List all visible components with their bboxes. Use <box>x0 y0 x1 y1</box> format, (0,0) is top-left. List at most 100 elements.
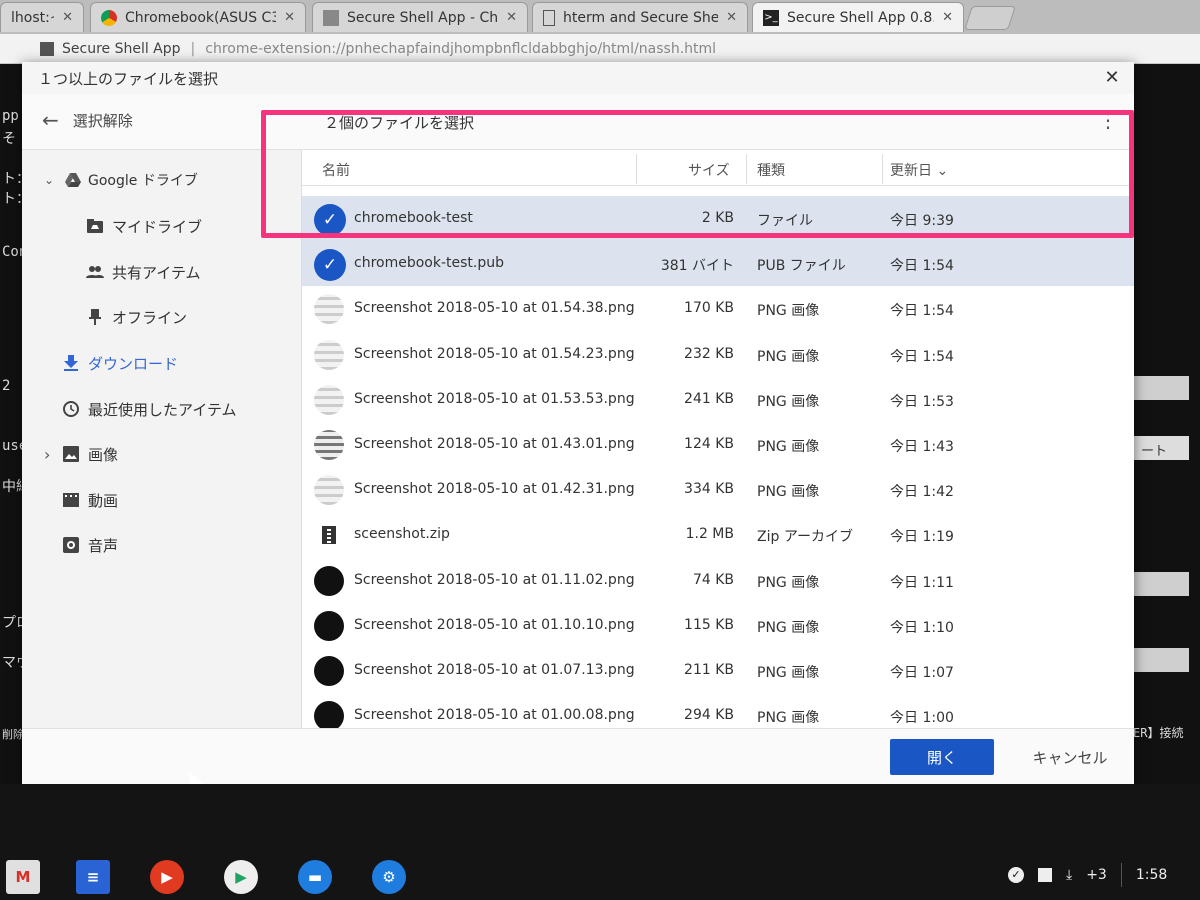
file-row[interactable]: Screenshot 2018-05-10 at 01.54.23.png 232… <box>302 332 1134 377</box>
close-icon[interactable]: ✕ <box>726 10 737 25</box>
clock-icon <box>62 400 80 418</box>
my-drive-icon <box>86 217 104 235</box>
file-modified: 今日 1:54 <box>890 348 954 365</box>
file-type: PNG 画像 <box>757 393 820 410</box>
cancel-button[interactable]: キャンセル <box>1018 739 1122 775</box>
new-tab-button[interactable] <box>964 6 1016 30</box>
file-row[interactable]: Screenshot 2018-05-10 at 01.10.10.png 115… <box>302 603 1134 648</box>
tab-title: lhost:~/… <box>11 9 54 26</box>
divider <box>1120 863 1122 887</box>
chrome-icon <box>101 9 117 26</box>
file-name: Screenshot 2018-05-10 at 01.42.31.png <box>354 481 635 498</box>
file-row[interactable]: Screenshot 2018-05-10 at 01.53.53.png 241… <box>302 377 1134 422</box>
file-modified: 今日 1:11 <box>890 574 954 591</box>
file-size: 294 KB <box>684 707 734 724</box>
file-modified: 今日 1:00 <box>890 710 954 727</box>
file-row[interactable]: sceenshot.zip 1.2 MB Zip アーカイブ 今日 1:19 <box>302 512 1134 557</box>
sidebar-item-label: 共有アイテム <box>112 263 201 282</box>
tab-chromebook[interactable]: Chromebook(ASUS C3( ✕ <box>90 2 306 32</box>
sidebar-item-downloads[interactable]: ダウンロード <box>22 343 302 383</box>
file-modified: 今日 1:53 <box>890 393 954 410</box>
deselect-button[interactable]: ← 選択解除 <box>42 108 133 132</box>
close-icon[interactable]: ✕ <box>506 10 517 25</box>
image-icon <box>62 445 80 463</box>
file-name: Screenshot 2018-05-10 at 01.00.08.png <box>354 707 635 724</box>
file-modified: 今日 1:54 <box>890 303 954 320</box>
address-bar[interactable]: Secure Shell App | chrome-extension://pn… <box>0 34 1200 64</box>
sidebar-item-audio[interactable]: 音声 <box>22 525 302 565</box>
tab-title: Secure Shell App - Chro <box>347 9 499 26</box>
file-name: chromebook-test.pub <box>354 255 504 272</box>
settings-icon[interactable]: ⚙ <box>372 860 406 894</box>
file-type: PNG 画像 <box>757 574 820 591</box>
image-thumbnail <box>314 339 344 370</box>
file-name: Screenshot 2018-05-10 at 01.54.23.png <box>354 345 635 362</box>
sidebar-item-images[interactable]: › 画像 <box>22 434 302 474</box>
tab-secure-shell-active[interactable]: >_ Secure Shell App 0.8.43 ✕ <box>752 2 964 32</box>
sidebar-item-my-drive[interactable]: マイドライブ <box>22 206 302 246</box>
chevron-down-icon[interactable]: ⌄ <box>44 173 54 187</box>
sidebar-item-label: マイドライブ <box>112 217 203 236</box>
highlight-annotation-box <box>261 110 1134 238</box>
tab-secure-shell-chro[interactable]: Secure Shell App - Chro ✕ <box>312 2 528 32</box>
image-thumbnail <box>314 475 344 506</box>
close-icon[interactable]: ✕ <box>1100 66 1124 90</box>
image-thumbnail <box>314 701 344 728</box>
open-button[interactable]: 開く <box>890 739 994 775</box>
sidebar-item-google-drive[interactable]: ⌄ Google ドライブ <box>22 160 302 200</box>
file-name: Screenshot 2018-05-10 at 01.11.02.png <box>354 571 635 588</box>
status-tray[interactable]: ✓ ⤓ +3 1:58 <box>1008 860 1181 890</box>
gmail-icon[interactable]: M <box>6 860 40 894</box>
file-row[interactable]: ✓ chromebook-test.pub 381 バイト PUB ファイル 今日 1:… <box>302 241 1134 287</box>
terminal-line: ER】接続 <box>1133 726 1184 740</box>
close-icon[interactable]: ✕ <box>942 10 953 25</box>
file-type: PUB ファイル <box>757 258 846 275</box>
sidebar-item-offline[interactable]: オフライン <box>22 297 302 337</box>
sidebar-item-shared[interactable]: 共有アイテム <box>22 252 302 292</box>
file-size: 1.2 MB <box>685 526 734 543</box>
image-thumbnail <box>314 430 344 460</box>
file-size: 124 KB <box>684 436 734 452</box>
files-icon[interactable]: ▬ <box>298 860 332 894</box>
chevron-right-icon[interactable]: › <box>44 445 50 464</box>
close-icon[interactable]: ✕ <box>284 10 295 25</box>
file-type: PNG 画像 <box>757 484 820 501</box>
terminal-line: 削除 <box>2 728 24 741</box>
site-name: Secure Shell App <box>62 40 181 57</box>
sidebar-item-recent[interactable]: 最近使用したアイテム <box>22 389 302 429</box>
notification-count: +3 <box>1086 867 1107 883</box>
play-store-icon[interactable]: ▶ <box>224 860 258 894</box>
youtube-icon[interactable]: ▶ <box>150 860 184 894</box>
tab-hterm[interactable]: hterm and Secure Shell ✕ <box>532 2 748 32</box>
dialog-title: １つ以上のファイルを選択 <box>38 69 219 88</box>
sidebar-item-videos[interactable]: 動画 <box>22 480 302 520</box>
file-row[interactable]: Screenshot 2018-05-10 at 01.07.13.png 211… <box>302 648 1134 693</box>
image-thumbnail <box>314 384 344 415</box>
terminal-field: ート <box>1133 436 1189 460</box>
file-row[interactable]: Screenshot 2018-05-10 at 01.43.01.png 124… <box>302 422 1134 467</box>
terminal-right-edge: ート ER】接続 <box>1133 64 1200 784</box>
file-size: 334 KB <box>684 481 734 498</box>
file-size: 170 KB <box>684 300 734 317</box>
file-row[interactable]: Screenshot 2018-05-10 at 01.00.08.png 294… <box>302 693 1134 728</box>
tab-localhost[interactable]: lhost:~/… ✕ <box>0 2 84 32</box>
file-size: 241 KB <box>684 390 734 407</box>
file-size: 74 KB <box>692 571 734 588</box>
terminal-icon: >_ <box>763 9 779 26</box>
terminal-field <box>1133 376 1189 400</box>
file-name: Screenshot 2018-05-10 at 01.07.13.png <box>354 662 635 678</box>
close-icon[interactable]: ✕ <box>62 10 73 25</box>
docs-icon[interactable]: ≡ <box>76 860 110 894</box>
checkmark-icon[interactable]: ✓ <box>314 249 346 282</box>
file-name: Screenshot 2018-05-10 at 01.10.10.png <box>354 616 635 633</box>
terminal-line: pp <box>2 108 19 124</box>
deselect-label: 選択解除 <box>72 111 133 130</box>
sidebar-item-label: 音声 <box>88 536 119 555</box>
file-row[interactable]: Screenshot 2018-05-10 at 01.42.31.png 334… <box>302 467 1134 512</box>
video-icon <box>62 491 80 509</box>
file-row[interactable]: Screenshot 2018-05-10 at 01.54.38.png 170… <box>302 286 1134 331</box>
file-name: Screenshot 2018-05-10 at 01.53.53.png <box>354 390 635 407</box>
file-name: sceenshot.zip <box>354 526 450 543</box>
file-row[interactable]: Screenshot 2018-05-10 at 01.11.02.png 74 … <box>302 558 1134 603</box>
file-size: 232 KB <box>684 345 734 362</box>
